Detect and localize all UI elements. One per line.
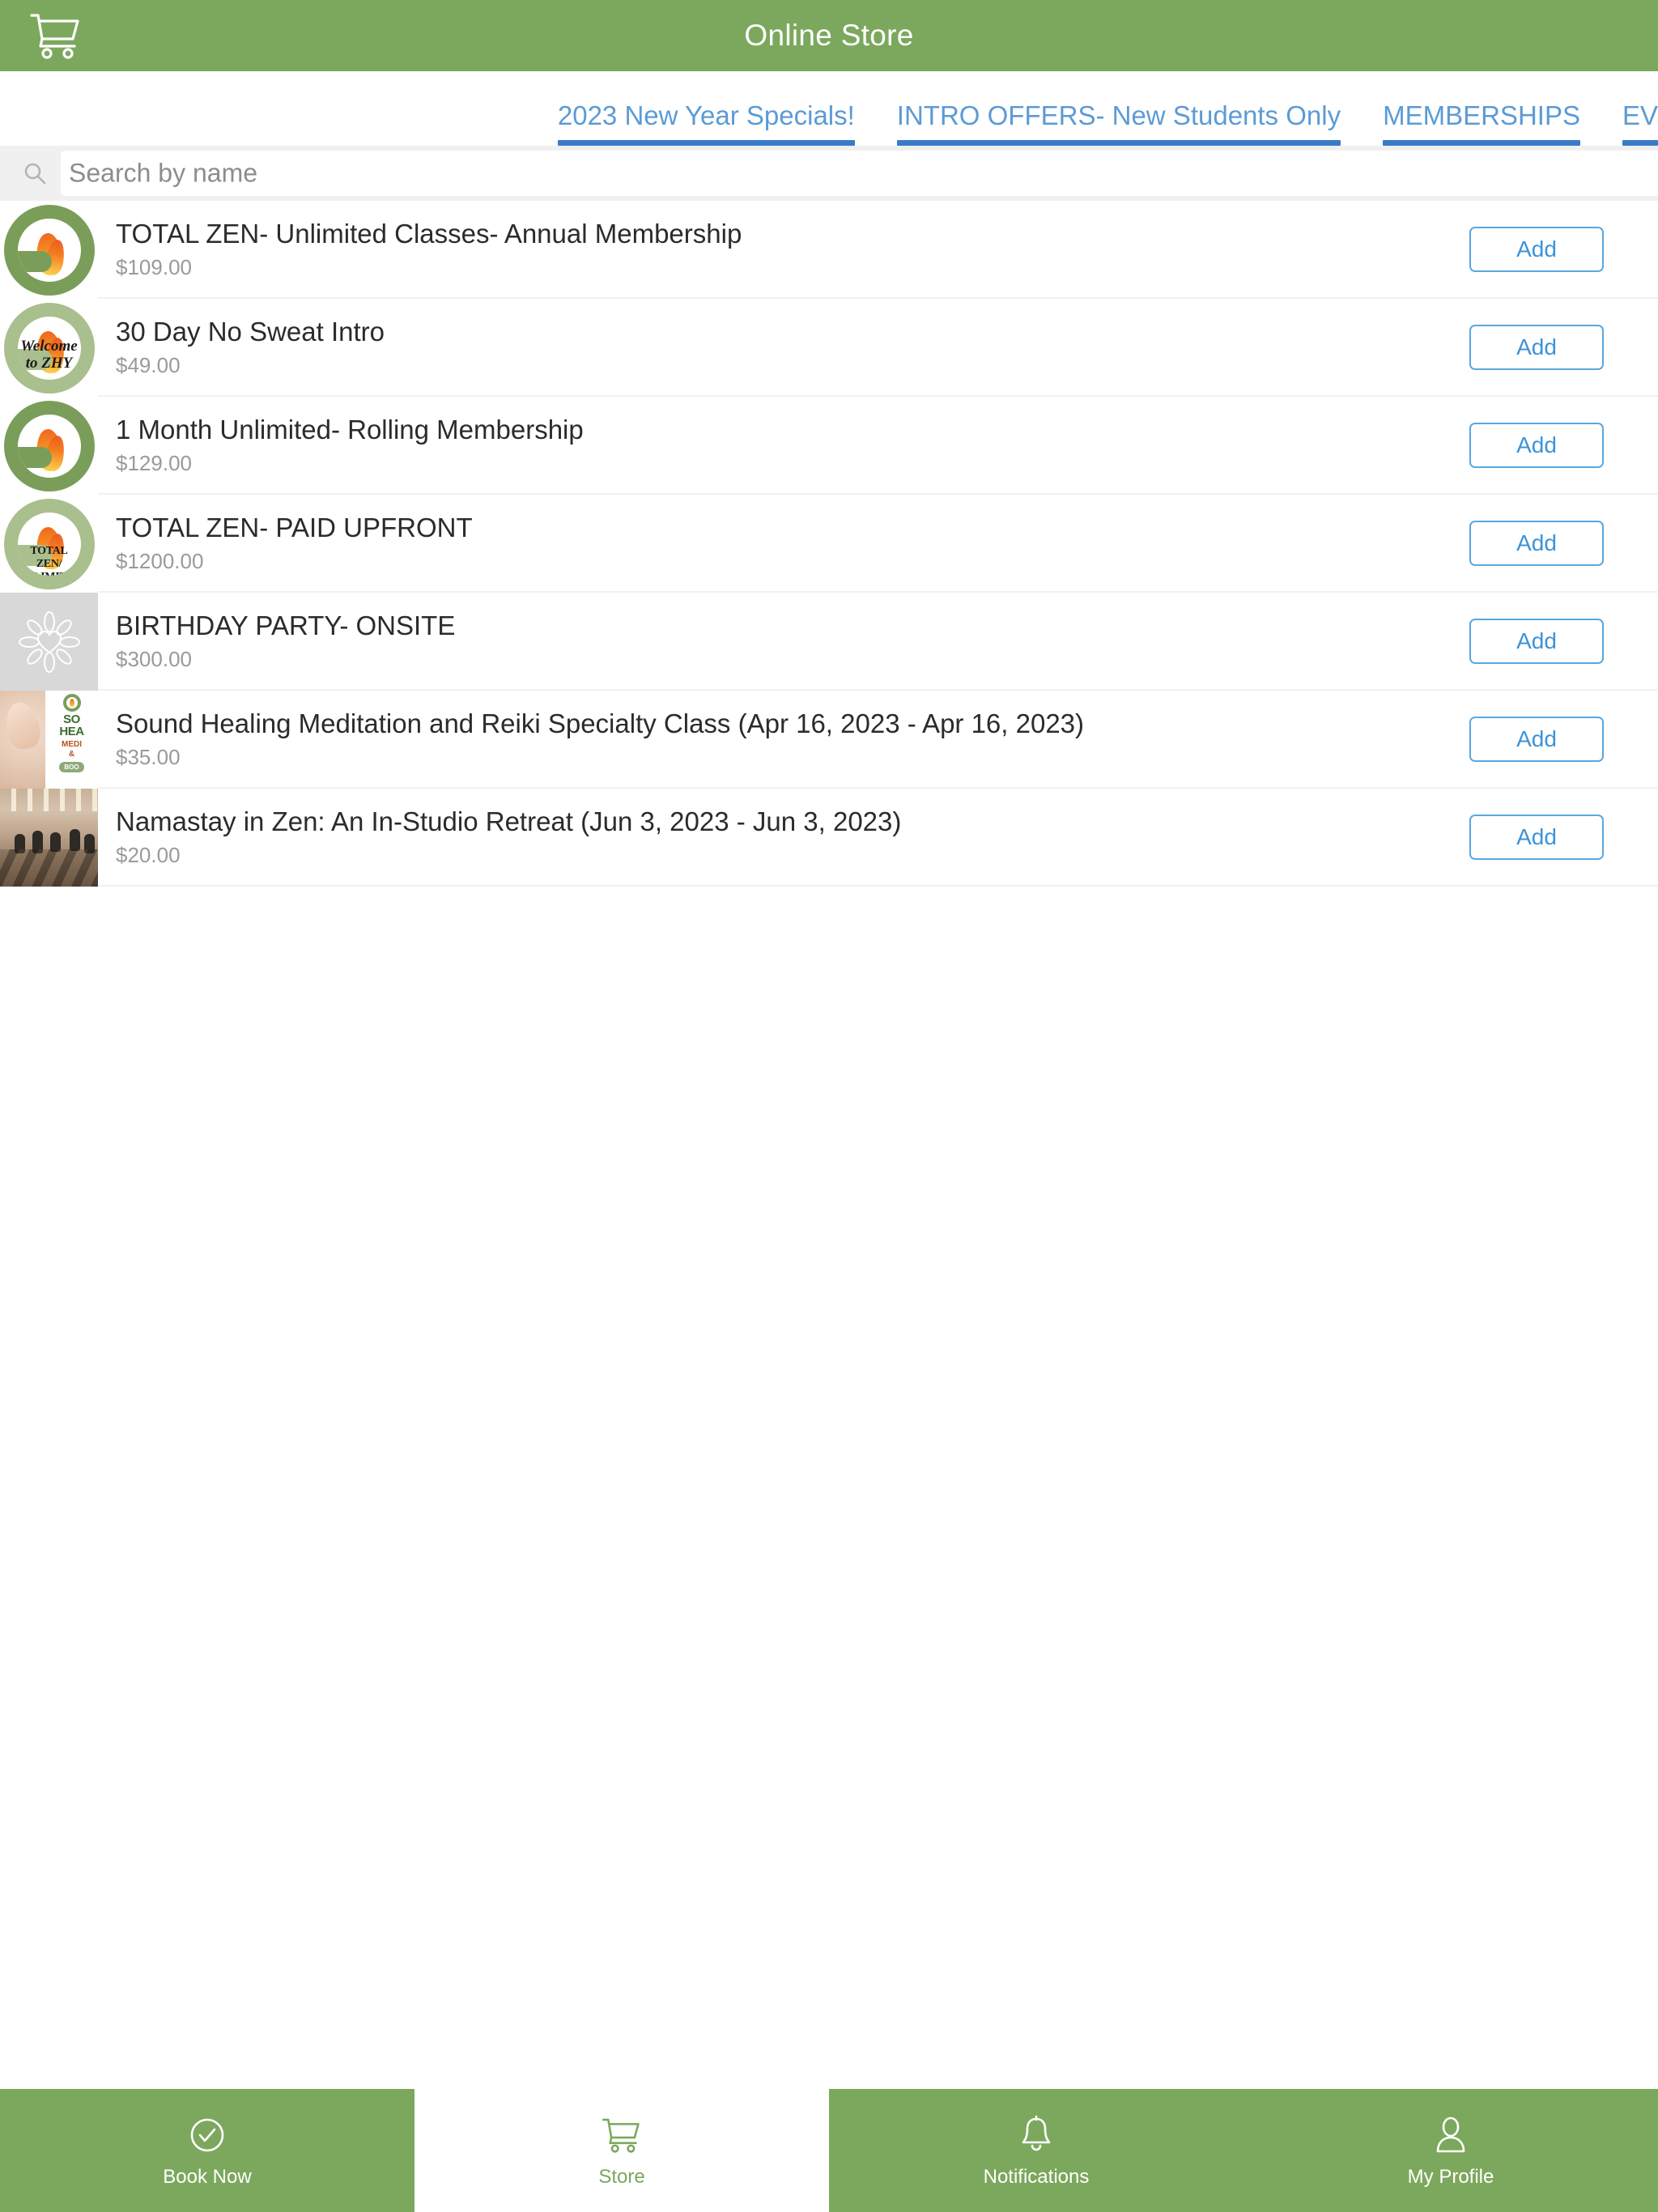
table-row[interactable]: Welcome to ZHY 30 Day No Sweat Intro $49… bbox=[0, 299, 1658, 397]
product-title: Sound Healing Meditation and Reiki Speci… bbox=[116, 708, 1085, 739]
tab-memberships[interactable]: MEMBERSHIPS bbox=[1362, 71, 1601, 146]
product-info: TOTAL ZEN- Unlimited Classes- Annual Mem… bbox=[98, 201, 1415, 297]
nav-label: Book Now bbox=[163, 2166, 252, 2188]
bell-icon bbox=[1018, 2114, 1054, 2156]
product-title: TOTAL ZEN- Unlimited Classes- Annual Mem… bbox=[116, 219, 742, 249]
product-price: $109.00 bbox=[116, 255, 192, 280]
flame-badge-icon bbox=[62, 694, 81, 712]
person-icon bbox=[1433, 2114, 1469, 2156]
tab-underline bbox=[557, 140, 855, 146]
add-button[interactable]: Add bbox=[1469, 324, 1604, 370]
add-button[interactable]: Add bbox=[1469, 716, 1604, 762]
product-action: Add bbox=[1415, 495, 1658, 591]
table-row[interactable]: BIRTHDAY PARTY- ONSITE $300.00 Add bbox=[0, 593, 1658, 691]
tab-events[interactable]: EV bbox=[1601, 71, 1658, 146]
product-thumbnail: SO HEA MEDI & BOO bbox=[0, 691, 98, 789]
search-bar: Search by name bbox=[0, 146, 1658, 201]
nav-label: Notifications bbox=[983, 2166, 1090, 2188]
zhy-welcome-logo-icon: Welcome to ZHY bbox=[0, 299, 98, 397]
product-info: 1 Month Unlimited- Rolling Membership $1… bbox=[98, 397, 1415, 493]
add-button[interactable]: Add bbox=[1469, 422, 1604, 468]
zhy-flame-logo-icon bbox=[0, 201, 98, 299]
product-price: $300.00 bbox=[116, 647, 192, 672]
online-store-screen: Online Store 2023 New Year Specials! INT… bbox=[0, 0, 1658, 2212]
product-price: $35.00 bbox=[116, 745, 181, 770]
product-price: $1200.00 bbox=[116, 549, 204, 574]
studio-class-photo-image bbox=[0, 789, 98, 887]
product-action: Add bbox=[1415, 299, 1658, 395]
product-info: BIRTHDAY PARTY- ONSITE $300.00 bbox=[98, 593, 1415, 689]
tab-label: EV bbox=[1622, 100, 1658, 130]
tab-label: 2023 New Year Specials! bbox=[557, 100, 855, 130]
product-price: $129.00 bbox=[116, 451, 192, 476]
nav-item-book-now[interactable]: Book Now bbox=[0, 2089, 414, 2212]
thumb-text: SO bbox=[63, 713, 80, 726]
page-title: Online Store bbox=[744, 19, 914, 52]
product-title: Namastay in Zen: An In-Studio Retreat (J… bbox=[116, 806, 902, 837]
thumb-text: UNLIMITED bbox=[17, 570, 83, 583]
nav-label: Store bbox=[598, 2166, 645, 2188]
nav-item-my-profile[interactable]: My Profile bbox=[1244, 2089, 1658, 2212]
product-info: Namastay in Zen: An In-Studio Retreat (J… bbox=[98, 789, 1415, 885]
tab-underline bbox=[1383, 140, 1580, 146]
tab-label: MEMBERSHIPS bbox=[1383, 100, 1580, 130]
product-thumbnail: Welcome to ZHY bbox=[0, 299, 98, 397]
add-button[interactable]: Add bbox=[1469, 520, 1604, 566]
zhy-totalzen-logo-icon: TOTAL ZEN/ UNLIMITED bbox=[0, 495, 98, 593]
sound-healing-flyer-image: SO HEA MEDI & BOO bbox=[0, 691, 98, 789]
check-circle-icon bbox=[188, 2114, 227, 2156]
bottom-navigation: Book Now Store Notifications My Profile bbox=[0, 2089, 1658, 2212]
product-action: Add bbox=[1415, 691, 1658, 787]
thumb-text: HEA bbox=[59, 725, 84, 738]
thumb-text: BOO bbox=[59, 762, 84, 772]
product-price: $49.00 bbox=[116, 353, 181, 378]
table-row[interactable]: 1 Month Unlimited- Rolling Membership $1… bbox=[0, 397, 1658, 495]
product-thumbnail: TOTAL ZEN/ UNLIMITED bbox=[0, 495, 98, 593]
product-action: Add bbox=[1415, 397, 1658, 493]
product-info: 30 Day No Sweat Intro $49.00 bbox=[98, 299, 1415, 395]
app-header: Online Store bbox=[0, 0, 1658, 71]
product-info: TOTAL ZEN- PAID UPFRONT $1200.00 bbox=[98, 495, 1415, 591]
add-button[interactable]: Add bbox=[1469, 618, 1604, 664]
product-thumbnail bbox=[0, 201, 98, 299]
tab-new-year-specials[interactable]: 2023 New Year Specials! bbox=[537, 71, 876, 146]
product-thumbnail bbox=[0, 789, 98, 887]
product-title: 30 Day No Sweat Intro bbox=[116, 317, 385, 347]
mandala-heart-icon bbox=[18, 610, 81, 674]
tab-underline bbox=[1622, 140, 1658, 146]
search-input[interactable] bbox=[61, 151, 1658, 196]
product-title: BIRTHDAY PARTY- ONSITE bbox=[116, 610, 456, 641]
tab-intro-offers[interactable]: INTRO OFFERS- New Students Only bbox=[876, 71, 1362, 146]
thumb-text: & bbox=[68, 750, 75, 759]
nav-label: My Profile bbox=[1407, 2166, 1494, 2188]
tab-underline bbox=[896, 140, 1341, 146]
category-tabbar[interactable]: 2023 New Year Specials! INTRO OFFERS- Ne… bbox=[0, 71, 1658, 146]
table-row[interactable]: TOTAL ZEN- Unlimited Classes- Annual Mem… bbox=[0, 201, 1658, 299]
product-title: 1 Month Unlimited- Rolling Membership bbox=[116, 415, 584, 445]
product-thumbnail bbox=[0, 593, 98, 691]
nav-item-store[interactable]: Store bbox=[414, 2089, 829, 2212]
product-title: TOTAL ZEN- PAID UPFRONT bbox=[116, 513, 473, 543]
search-icon bbox=[23, 161, 47, 185]
product-price: $20.00 bbox=[116, 843, 181, 868]
add-button[interactable]: Add bbox=[1469, 226, 1604, 272]
table-row[interactable]: Namastay in Zen: An In-Studio Retreat (J… bbox=[0, 789, 1658, 887]
product-list: TOTAL ZEN- Unlimited Classes- Annual Mem… bbox=[0, 201, 1658, 2212]
table-row[interactable]: TOTAL ZEN/ UNLIMITED TOTAL ZEN- PAID UPF… bbox=[0, 495, 1658, 593]
zhy-flame-logo-icon bbox=[0, 397, 98, 495]
add-button[interactable]: Add bbox=[1469, 814, 1604, 860]
product-action: Add bbox=[1415, 201, 1658, 297]
product-info: Sound Healing Meditation and Reiki Speci… bbox=[98, 691, 1415, 787]
tab-label: INTRO OFFERS- New Students Only bbox=[896, 100, 1341, 130]
thumb-text: MEDI bbox=[62, 740, 82, 749]
shopping-cart-icon bbox=[602, 2114, 642, 2156]
search-placeholder: Search by name bbox=[69, 158, 258, 188]
product-action: Add bbox=[1415, 593, 1658, 689]
product-thumbnail bbox=[0, 397, 98, 495]
table-row[interactable]: SO HEA MEDI & BOO Sound Healing Meditati… bbox=[0, 691, 1658, 789]
product-action: Add bbox=[1415, 789, 1658, 885]
nav-item-notifications[interactable]: Notifications bbox=[829, 2089, 1244, 2212]
